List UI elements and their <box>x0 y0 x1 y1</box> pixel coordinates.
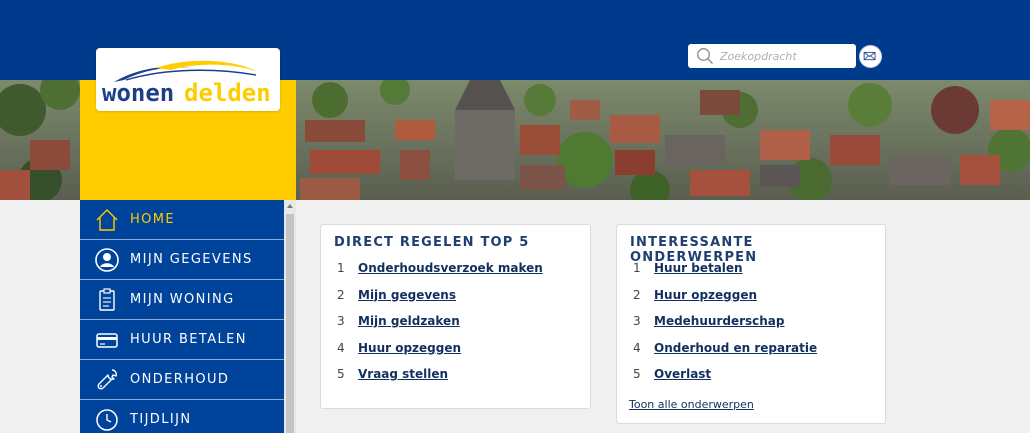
item-number: 1 <box>633 261 641 275</box>
link-medehuurderschap[interactable]: Medehuurderschap <box>654 314 785 328</box>
link-overlast[interactable]: Overlast <box>654 367 711 381</box>
item-number: 2 <box>633 287 641 302</box>
search-input[interactable] <box>720 46 850 66</box>
link-onderhoud-en-reparatie[interactable]: Onderhoud en reparatie <box>654 341 817 355</box>
credit-card-icon <box>96 333 118 348</box>
link-huur-betalen[interactable]: Huur betalen <box>654 261 743 275</box>
item-number: 3 <box>633 314 641 328</box>
sidebar-item-label: MIJN GEGEVENS <box>130 252 253 267</box>
sidebar-item-onderhoud[interactable]: ONDERHOUD <box>80 360 284 400</box>
clock-icon <box>96 409 118 431</box>
show-all-topics-link[interactable]: Toon alle onderwerpen <box>629 398 754 411</box>
item-number: 2 <box>337 287 345 302</box>
sidebar-item-mijn-woning[interactable]: MIJN WONING <box>80 280 284 320</box>
logo-text-delden: delden <box>184 79 271 107</box>
search-icon[interactable] <box>696 47 714 65</box>
sidebar-nav: HOME MIJN GEGEVENS MIJN WONING HUUR BETA… <box>80 200 284 433</box>
item-number: 1 <box>337 261 345 275</box>
envelope-icon <box>863 51 876 61</box>
sidebar-item-label: ONDERHOUD <box>130 372 230 387</box>
sidebar-item-tijdlijn[interactable]: TIJDLIJN <box>80 400 284 433</box>
search-box[interactable] <box>688 44 856 68</box>
link-mijn-geldzaken[interactable]: Mijn geldzaken <box>358 314 460 328</box>
link-huur-opzeggen[interactable]: Huur opzeggen <box>654 288 757 302</box>
site-logo[interactable]: wonen delden <box>96 48 280 111</box>
interessante-onderwerpen-card: INTERESSANTE ONDERWERPEN 1 Huur betalen … <box>616 224 886 424</box>
sidebar-item-label: HUUR BETALEN <box>130 332 247 347</box>
sidebar-item-mijn-gegevens[interactable]: MIJN GEGEVENS <box>80 240 284 280</box>
clipboard-icon <box>99 288 115 311</box>
logo-text-wonen: wonen <box>102 79 174 107</box>
sidebar-item-label: MIJN WONING <box>130 292 235 307</box>
user-icon <box>95 248 119 272</box>
sidebar-item-home[interactable]: HOME <box>80 200 284 240</box>
direct-regelen-card: DIRECT REGELEN TOP 5 1 Onderhoudsverzoek… <box>320 224 591 409</box>
sidebar-scrollbar[interactable] <box>284 200 296 433</box>
sidebar-item-label: TIJDLIJN <box>130 412 192 427</box>
item-number: 5 <box>337 367 345 381</box>
sidebar-item-label: HOME <box>130 212 176 227</box>
house-icon <box>96 209 118 231</box>
sidebar-item-huur-betalen[interactable]: HUUR BETALEN <box>80 320 284 360</box>
item-number: 3 <box>337 314 345 328</box>
scrollbar-thumb[interactable] <box>286 214 294 433</box>
item-number: 4 <box>337 340 345 355</box>
card-title: DIRECT REGELEN TOP 5 <box>334 235 530 250</box>
item-number: 4 <box>633 340 641 355</box>
link-huur-opzeggen[interactable]: Huur opzeggen <box>358 341 461 355</box>
logo-graphic: wonen delden <box>102 60 271 107</box>
mail-button[interactable] <box>859 45 882 68</box>
link-vraag-stellen[interactable]: Vraag stellen <box>358 367 448 381</box>
link-onderhoudsverzoek-maken[interactable]: Onderhoudsverzoek maken <box>358 261 543 275</box>
wrench-icon <box>97 369 117 390</box>
item-number: 5 <box>633 367 641 381</box>
scroll-up-arrow-icon[interactable] <box>284 200 296 212</box>
link-mijn-gegevens[interactable]: Mijn gegevens <box>358 288 456 302</box>
